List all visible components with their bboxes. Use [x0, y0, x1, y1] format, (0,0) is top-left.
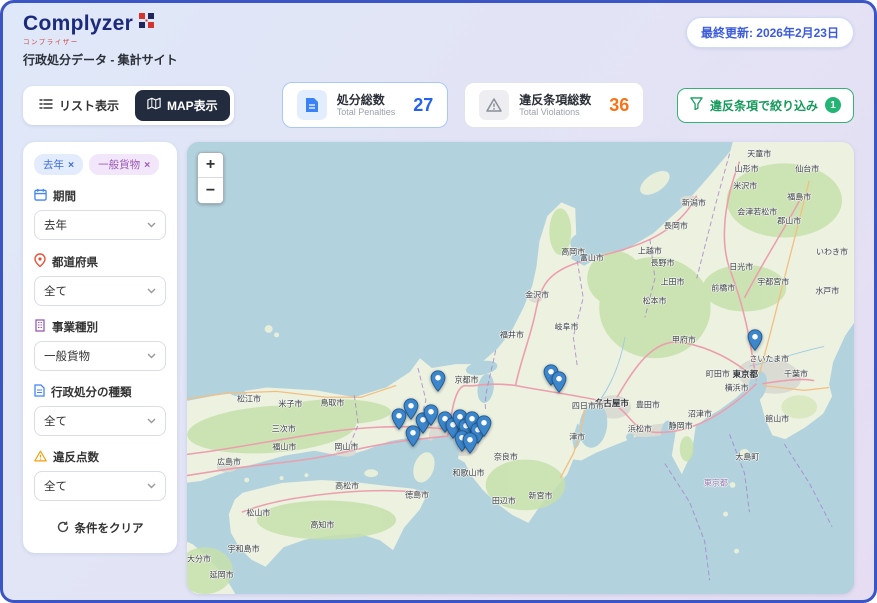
map-pin[interactable]: [423, 404, 439, 427]
map-icon: [147, 97, 161, 113]
chevron-down-icon: [147, 350, 156, 362]
filter-sidebar: 去年 × 一般貨物 × 期間 去年 都道府県 全て 事業種別 一般貨物 行政処分…: [23, 142, 177, 553]
zoom-out-button[interactable]: −: [198, 178, 223, 203]
calendar-icon: [34, 188, 47, 204]
logo-subtext: コンプライザー: [23, 39, 79, 46]
map-panel: 天童市 山形市 仙台市 米沢市 新潟市 福島市 会津若松市 長岡市 郡山市 いわき市 上越市 長野市日…: [187, 142, 854, 594]
stat-title: 処分総数: [336, 92, 385, 107]
warning-icon: [34, 450, 47, 465]
total-violations-card: 違反条項総数 Total Violations 36: [464, 82, 645, 128]
list-icon: [39, 98, 53, 113]
stat-value: 27: [413, 94, 434, 115]
filter-label-period: 期間: [34, 188, 166, 204]
main: 去年 × 一般貨物 × 期間 去年 都道府県 全て 事業種別 一般貨物 行政処分…: [23, 142, 854, 594]
logo-qr-icon: [139, 13, 155, 33]
clear-filters-button[interactable]: 条件をクリア: [51, 519, 150, 537]
chevron-down-icon: [147, 285, 156, 297]
location-pin-icon: [34, 253, 46, 270]
violation-points-select[interactable]: 全て: [34, 471, 166, 501]
warning-triangle-icon: [479, 90, 510, 120]
filter-label-business-type: 事業種別: [34, 319, 166, 335]
map-pin[interactable]: [477, 415, 492, 438]
zoom-in-button[interactable]: +: [198, 153, 223, 178]
select-value: 全て: [44, 416, 67, 428]
chevron-down-icon: [147, 219, 156, 231]
business-type-select[interactable]: 一般貨物: [34, 341, 166, 371]
building-icon: [34, 319, 46, 335]
select-value: 全て: [44, 286, 67, 298]
filter-label-violation-points: 違反点数: [34, 449, 166, 465]
stat-subtitle: Total Penalties: [336, 107, 396, 118]
select-value: 全て: [44, 481, 67, 493]
filter-count-badge: 1: [825, 97, 841, 113]
period-select[interactable]: 去年: [34, 210, 166, 240]
chevron-down-icon: [147, 415, 156, 427]
tag-label: 一般貨物: [98, 159, 141, 171]
last-updated-badge: 最終更新: 2026年2月23日: [685, 17, 854, 48]
header: Complyzer コンプライザー 行政処分データ - 集計サイト 最終更新: …: [3, 3, 874, 68]
map-pin[interactable]: [551, 371, 566, 394]
stat-value: 36: [609, 94, 630, 115]
funnel-icon: [690, 97, 703, 113]
stat-cards: 処分総数 Total Penalties 27 違反条項総数 Total Vio…: [281, 82, 645, 128]
toolbar: リスト表示 MAP表示 処分総数 Total Penalties 27 違反条項…: [23, 82, 854, 128]
map-pin[interactable]: [391, 408, 407, 431]
tag-close-icon[interactable]: ×: [144, 159, 150, 171]
tag-label: 去年: [43, 159, 64, 171]
active-filter-tags: 去年 × 一般貨物 ×: [34, 154, 166, 175]
site-subtitle: 行政処分データ - 集計サイト: [23, 53, 178, 67]
stat-subtitle: Total Violations: [519, 107, 580, 118]
stat-title: 違反条項総数: [519, 92, 592, 107]
map-canvas[interactable]: [187, 142, 854, 594]
violation-filter-button[interactable]: 違反条項で絞り込み 1: [676, 87, 854, 123]
tag-business-type[interactable]: 一般貨物 ×: [89, 154, 160, 175]
violation-filter-label: 違反条項で絞り込み: [709, 98, 818, 113]
logo: Complyzer: [23, 12, 134, 35]
map-pin[interactable]: [463, 432, 478, 454]
document-icon: [296, 90, 327, 120]
prefecture-select[interactable]: 全て: [34, 276, 166, 306]
brand-block: Complyzer コンプライザー 行政処分データ - 集計サイト: [23, 13, 178, 68]
refresh-icon: [57, 521, 69, 536]
map-pin[interactable]: [747, 329, 762, 352]
tag-close-icon[interactable]: ×: [68, 159, 74, 171]
document-icon: [34, 384, 45, 400]
map-pin[interactable]: [430, 370, 446, 393]
map-pin[interactable]: [405, 425, 421, 448]
select-value: 一般貨物: [44, 351, 90, 363]
select-value: 去年: [44, 220, 67, 232]
map-view-label: MAP表示: [167, 98, 218, 113]
tag-period[interactable]: 去年 ×: [34, 154, 84, 175]
view-toggle: リスト表示 MAP表示: [23, 85, 234, 125]
filter-label-prefecture: 都道府県: [34, 253, 166, 270]
total-penalties-card: 処分総数 Total Penalties 27: [281, 82, 449, 128]
map-view-button[interactable]: MAP表示: [135, 89, 230, 121]
filter-label-penalty-type: 行政処分の種類: [34, 384, 166, 400]
penalty-type-select[interactable]: 全て: [34, 406, 166, 436]
list-view-button[interactable]: リスト表示: [27, 90, 131, 121]
list-view-label: リスト表示: [59, 98, 120, 113]
chevron-down-icon: [147, 480, 156, 492]
zoom-control: + −: [197, 152, 224, 204]
